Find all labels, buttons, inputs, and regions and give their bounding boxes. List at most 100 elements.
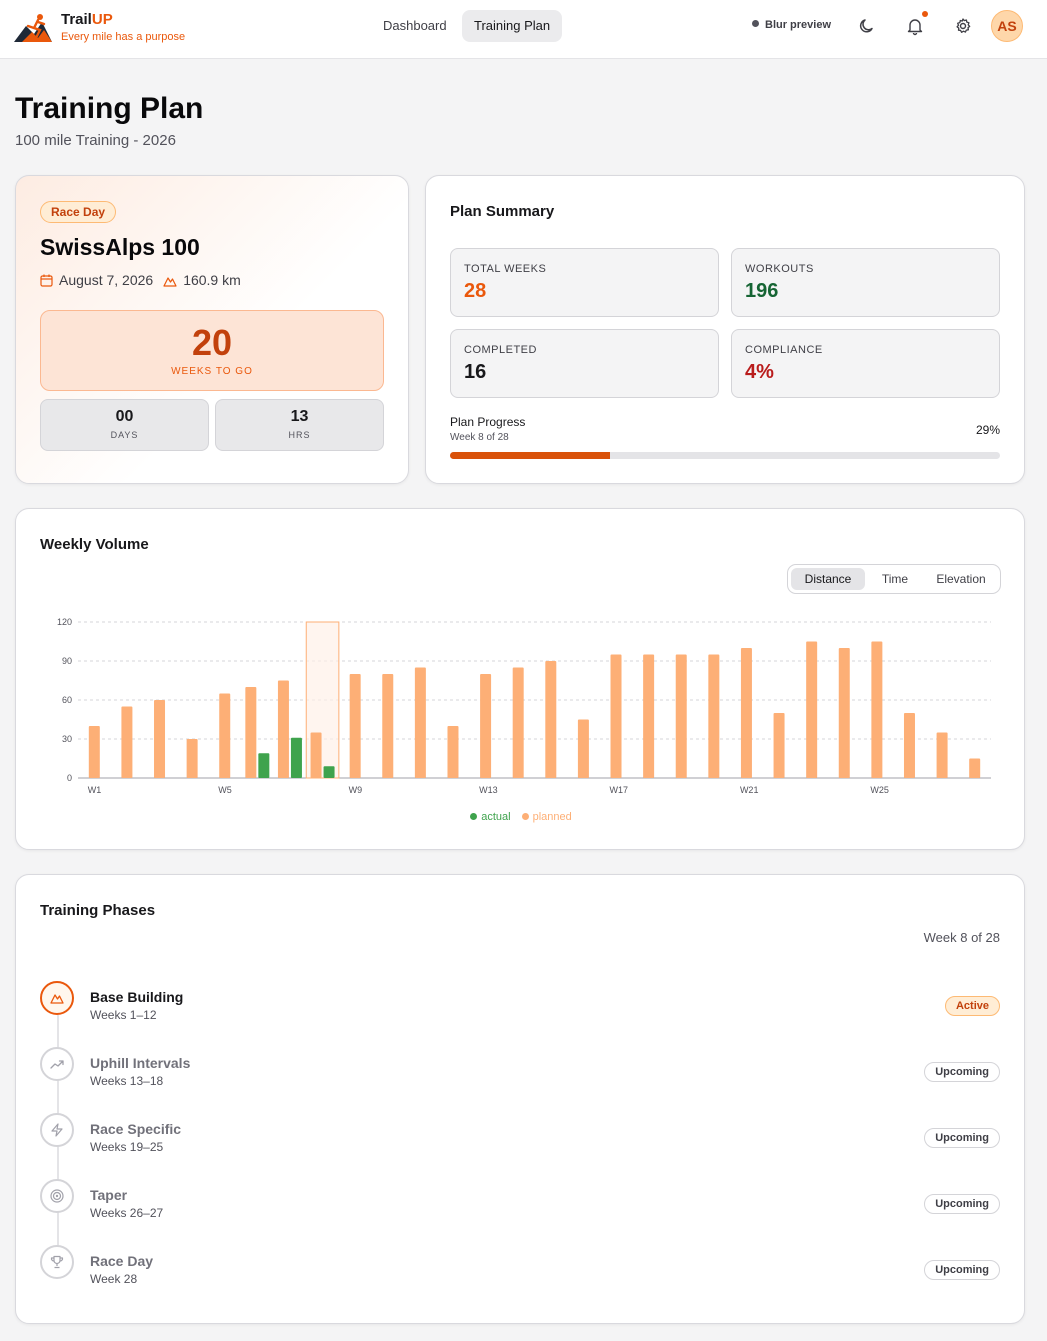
- bar-planned: [245, 687, 257, 778]
- bar-actual: [290, 737, 302, 778]
- y-tick-label: 60: [62, 695, 72, 705]
- blur-preview-toggle[interactable]: Blur preview: [752, 19, 831, 31]
- phase-weeks: Weeks 19–25: [90, 1140, 164, 1154]
- phase-name: Taper: [90, 1187, 128, 1203]
- brand-tagline: Every mile has a purpose: [61, 31, 186, 43]
- hours-box: 13 HRS: [215, 399, 384, 451]
- days-label: DAYS: [110, 430, 139, 440]
- top-bar: TrailUP Every mile has a purpose Dashboa…: [0, 0, 1047, 59]
- training-phases-title: Training Phases: [40, 902, 156, 919]
- bar-planned: [382, 674, 394, 778]
- hours-label: HRS: [288, 430, 311, 440]
- bar-planned: [936, 732, 948, 778]
- legend-planned[interactable]: planned: [521, 811, 572, 823]
- plan-summary-card: Plan Summary TOTAL WEEKS 28 WORKOUTS 196…: [425, 175, 1025, 484]
- y-tick-label: 90: [62, 656, 72, 666]
- bar-planned: [88, 726, 100, 778]
- x-tick-label: W21: [740, 785, 759, 795]
- nav-dashboard[interactable]: Dashboard: [371, 10, 459, 42]
- bar-planned: [708, 654, 720, 778]
- y-tick-label: 0: [67, 773, 72, 783]
- calendar-icon: [40, 274, 53, 287]
- phase-name: Race Day: [90, 1253, 154, 1269]
- status-dot: [752, 20, 759, 27]
- user-avatar[interactable]: AS: [991, 10, 1023, 42]
- y-tick-label: 30: [62, 734, 72, 744]
- weekly-volume-chart: 0 30 60 90 120 W1 W5 W9 W13 W17 W21 W25: [57, 617, 991, 795]
- stat-total-weeks: TOTAL WEEKS 28: [450, 248, 719, 317]
- race-name: SwissAlps 100: [40, 234, 200, 260]
- x-tick-label: W1: [88, 785, 102, 795]
- days-box: 00 DAYS: [40, 399, 209, 451]
- bar-planned: [480, 674, 492, 778]
- brand[interactable]: TrailUP Every mile has a purpose: [61, 11, 185, 44]
- bar-planned: [969, 758, 981, 778]
- legend-actual[interactable]: actual: [470, 811, 511, 823]
- legend-label: planned: [532, 811, 572, 823]
- runner-logo-icon[interactable]: [14, 12, 52, 44]
- page-title: Training Plan: [15, 92, 204, 125]
- stat-value: 28: [464, 280, 487, 302]
- training-phases-card: Training Phases Week 8 of 28 Base Buildi…: [15, 874, 1025, 1324]
- stat-label: TOTAL WEEKS: [464, 263, 547, 275]
- phase-name: Race Specific: [90, 1121, 182, 1137]
- chart-legend: actual planned: [16, 811, 1026, 823]
- phase-status-badge: Active: [944, 996, 1000, 1016]
- phase-weeks: Week 28: [90, 1272, 138, 1286]
- bar-planned: [903, 713, 915, 778]
- nav-training-plan[interactable]: Training Plan: [462, 10, 563, 42]
- bar-planned: [610, 654, 622, 778]
- bar-planned: [154, 700, 166, 778]
- stat-label: WORKOUTS: [745, 263, 814, 275]
- weekly-volume-card: Weekly Volume Distance Time Elevation 03…: [15, 508, 1025, 850]
- notification-dot: [922, 11, 928, 17]
- stat-compliance: COMPLIANCE 4%: [731, 329, 1000, 398]
- legend-dot: [470, 813, 478, 820]
- days-value: 00: [115, 408, 134, 425]
- bar-planned: [277, 680, 289, 778]
- bar-planned: [577, 719, 589, 778]
- phase-name: Base Building: [90, 989, 184, 1005]
- page-subtitle: 100 mile Training - 2026: [15, 132, 176, 149]
- phase-status-badge: Upcoming: [924, 1260, 1000, 1280]
- race-card: Race Day SwissAlps 100 August 7, 2026 160…: [15, 175, 409, 484]
- bar-planned: [447, 726, 459, 778]
- hours-value: 13: [290, 408, 309, 425]
- legend-dot: [521, 813, 529, 820]
- stat-value: 4%: [745, 361, 774, 383]
- x-tick-label: W13: [479, 785, 498, 795]
- bar-planned: [349, 674, 361, 778]
- plan-summary-title: Plan Summary: [450, 203, 555, 220]
- race-date: August 7, 2026: [59, 272, 154, 288]
- moon-icon[interactable]: [857, 16, 877, 36]
- blur-preview-label: Blur preview: [765, 19, 832, 31]
- phase-status-badge: Upcoming: [924, 1128, 1000, 1148]
- stat-value: 196: [745, 280, 779, 302]
- stat-label: COMPLETED: [464, 344, 537, 356]
- bar-planned: [310, 732, 322, 778]
- stat-completed: COMPLETED 16: [450, 329, 719, 398]
- bar-actual: [323, 766, 335, 778]
- bar-planned: [871, 641, 883, 778]
- bar-planned: [219, 693, 231, 778]
- bell-icon[interactable]: [905, 16, 925, 36]
- race-meta: August 7, 2026 160.9 km: [40, 272, 241, 288]
- phases-week-label: Week 8 of 28: [923, 930, 1000, 945]
- plan-progress-bar: [450, 452, 1000, 459]
- gear-icon[interactable]: [953, 16, 973, 36]
- bar-planned: [675, 654, 687, 778]
- race-distance: 160.9 km: [183, 272, 241, 288]
- mountain-icon: [40, 981, 74, 1015]
- phase-weeks: Weeks 13–18: [90, 1074, 164, 1088]
- phase-status-badge: Upcoming: [924, 1062, 1000, 1082]
- x-tick-label: W9: [349, 785, 363, 795]
- target-icon: [40, 1179, 74, 1213]
- bar-planned: [838, 648, 850, 778]
- phase-status-badge: Upcoming: [924, 1194, 1000, 1214]
- x-tick-label: W17: [610, 785, 629, 795]
- bar-planned: [773, 713, 785, 778]
- bar-planned: [414, 667, 426, 778]
- weeks-to-go-box: 20 WEEKS TO GO: [40, 310, 384, 391]
- bar-planned: [806, 641, 818, 778]
- plan-progress-fill: [450, 452, 610, 459]
